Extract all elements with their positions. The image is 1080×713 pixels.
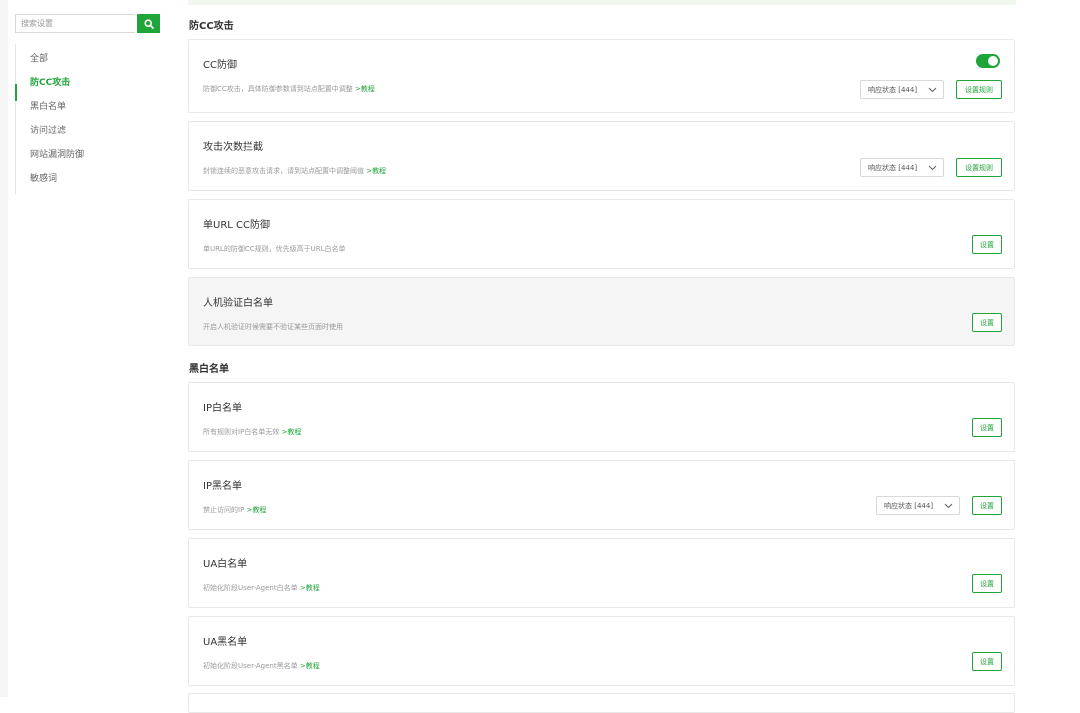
card-ua-blacklist: UA黑名单 初始化阶段User-Agent黑名单 >教程 设置 bbox=[188, 616, 1015, 686]
tutorial-link[interactable]: >教程 bbox=[366, 167, 386, 175]
sidebar-item-vuln[interactable]: 网站漏洞防御 bbox=[30, 147, 84, 160]
sidebar-item-blackwhite[interactable]: 黑白名单 bbox=[30, 99, 66, 112]
response-status-select[interactable]: 响应状态 [444] bbox=[860, 80, 944, 99]
toggle-knob bbox=[988, 56, 998, 66]
card-title: 人机验证白名单 bbox=[203, 298, 273, 309]
chevron-down-icon bbox=[928, 165, 937, 171]
chevron-down-icon bbox=[928, 87, 937, 93]
card-title: 单URL CC防御 bbox=[203, 220, 270, 231]
tutorial-link[interactable]: >教程 bbox=[300, 584, 320, 592]
select-value: 响应状态 [444] bbox=[868, 85, 918, 94]
settings-button[interactable]: 设置 bbox=[972, 496, 1002, 515]
card-desc-text: 初始化阶段User-Agent白名单 bbox=[203, 584, 298, 592]
active-indicator bbox=[15, 84, 17, 101]
search-icon bbox=[143, 18, 154, 29]
card-ip-whitelist: IP白名单 所有规则对IP白名单无效 >教程 设置 bbox=[188, 382, 1015, 452]
card-cc-defense: CC防御 防御CC攻击，具体防御参数请到站点配置中调整 >教程 响应状态 [44… bbox=[188, 39, 1015, 113]
card-desc-text: 开启人机验证时候需要不验证某些页面时使用 bbox=[203, 323, 343, 331]
sidebar-item-words[interactable]: 敏感词 bbox=[30, 171, 57, 184]
settings-button[interactable]: 设置 bbox=[972, 313, 1002, 332]
settings-sidebar: 全部 防CC攻击 黑白名单 访问过滤 网站漏洞防御 敏感词 bbox=[15, 14, 161, 194]
card-title: IP白名单 bbox=[203, 403, 242, 414]
chevron-down-icon bbox=[944, 503, 953, 509]
tutorial-link[interactable]: >教程 bbox=[355, 85, 375, 93]
search-button[interactable] bbox=[137, 14, 160, 33]
card-next-partial bbox=[188, 693, 1015, 713]
settings-button[interactable]: 设置 bbox=[972, 235, 1002, 254]
card-ua-whitelist: UA白名单 初始化阶段User-Agent白名单 >教程 设置 bbox=[188, 538, 1015, 608]
left-edge-strip bbox=[0, 0, 8, 697]
settings-button[interactable]: 设置 bbox=[972, 574, 1002, 593]
settings-button[interactable]: 设置 bbox=[972, 652, 1002, 671]
card-title: 攻击次数拦截 bbox=[203, 142, 263, 153]
response-status-select[interactable]: 响应状态 [444] bbox=[860, 158, 944, 177]
card-title: CC防御 bbox=[203, 60, 237, 71]
tutorial-link[interactable]: >教程 bbox=[282, 428, 302, 436]
top-notice-strip bbox=[188, 0, 1016, 5]
card-desc: 单URL的防御CC规则，优先级高于URL白名单 bbox=[203, 244, 346, 254]
set-rules-button[interactable]: 设置规则 bbox=[956, 158, 1002, 177]
card-desc: 开启人机验证时候需要不验证某些页面时使用 bbox=[203, 322, 343, 332]
response-status-select[interactable]: 响应状态 [444] bbox=[876, 496, 960, 515]
section-title-cc: 防CC攻击 bbox=[189, 21, 234, 32]
card-ip-blacklist: IP黑名单 禁止访问的IP >教程 响应状态 [444] 设置 bbox=[188, 460, 1015, 530]
card-title: UA白名单 bbox=[203, 559, 248, 570]
sidebar-item-filter[interactable]: 访问过滤 bbox=[30, 123, 66, 136]
card-captcha-whitelist: 人机验证白名单 开启人机验证时候需要不验证某些页面时使用 设置 bbox=[188, 277, 1015, 346]
card-desc-text: 初始化阶段User-Agent黑名单 bbox=[203, 662, 298, 670]
card-desc: 禁止访问的IP >教程 bbox=[203, 505, 266, 515]
search-bar bbox=[15, 14, 161, 33]
section-title-list: 黑白名单 bbox=[189, 364, 229, 375]
card-title: UA黑名单 bbox=[203, 637, 248, 648]
card-desc: 封锁连续的恶意攻击请求，请到站点配置中调整阈值 >教程 bbox=[203, 166, 386, 176]
card-url-cc: 单URL CC防御 单URL的防御CC规则，优先级高于URL白名单 设置 bbox=[188, 199, 1015, 269]
select-value: 响应状态 [444] bbox=[884, 501, 934, 510]
set-rules-button[interactable]: 设置规则 bbox=[956, 80, 1002, 99]
select-value: 响应状态 [444] bbox=[868, 163, 918, 172]
sidebar-item-cc[interactable]: 防CC攻击 bbox=[30, 75, 70, 88]
card-attack-block: 攻击次数拦截 封锁连续的恶意攻击请求，请到站点配置中调整阈值 >教程 响应状态 … bbox=[188, 121, 1015, 191]
card-desc-text: 所有规则对IP白名单无效 bbox=[203, 428, 280, 436]
sidebar-nav: 全部 防CC攻击 黑白名单 访问过滤 网站漏洞防御 敏感词 bbox=[15, 44, 162, 194]
card-desc: 初始化阶段User-Agent白名单 >教程 bbox=[203, 583, 320, 593]
card-desc: 所有规则对IP白名单无效 >教程 bbox=[203, 427, 301, 437]
cc-defense-toggle[interactable] bbox=[976, 54, 1000, 68]
card-desc-text: 防御CC攻击，具体防御参数请到站点配置中调整 bbox=[203, 85, 353, 93]
card-desc-text: 封锁连续的恶意攻击请求，请到站点配置中调整阈值 bbox=[203, 167, 364, 175]
card-title: IP黑名单 bbox=[203, 481, 242, 492]
card-desc-text: 单URL的防御CC规则，优先级高于URL白名单 bbox=[203, 245, 346, 253]
card-desc-text: 禁止访问的IP bbox=[203, 506, 245, 514]
tutorial-link[interactable]: >教程 bbox=[300, 662, 320, 670]
settings-button[interactable]: 设置 bbox=[972, 418, 1002, 437]
search-input[interactable] bbox=[15, 14, 135, 33]
card-desc: 初始化阶段User-Agent黑名单 >教程 bbox=[203, 661, 320, 671]
tutorial-link[interactable]: >教程 bbox=[247, 506, 267, 514]
card-desc: 防御CC攻击，具体防御参数请到站点配置中调整 >教程 bbox=[203, 84, 375, 94]
sidebar-item-all[interactable]: 全部 bbox=[30, 51, 48, 64]
